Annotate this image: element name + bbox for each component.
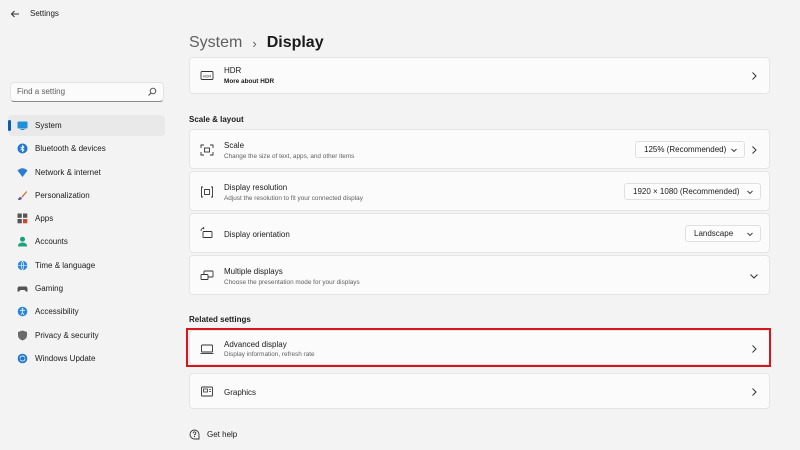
search-input[interactable] (17, 87, 142, 96)
sidebar-item-windows-update[interactable]: Windows Update (8, 348, 165, 369)
get-help-label: Get help (207, 430, 238, 439)
get-help-link[interactable]: Get help (189, 429, 237, 440)
brush-icon (17, 190, 28, 201)
orientation-dropdown-value: Landscape (694, 229, 734, 238)
chevron-right-icon (749, 71, 759, 81)
person-icon (17, 236, 28, 247)
sidebar-item-apps[interactable]: Apps (8, 208, 165, 229)
section-title-scale-layout: Scale & layout (189, 115, 244, 124)
sidebar-item-network[interactable]: Network & internet (8, 162, 165, 183)
sidebar-item-accessibility[interactable]: Accessibility (8, 301, 165, 322)
globe-icon (17, 260, 28, 271)
chevron-down-icon (730, 146, 738, 154)
hdr-icon: HDR (200, 69, 214, 83)
bluetooth-icon (17, 143, 28, 154)
sidebar-item-label: Apps (35, 214, 54, 224)
search-box[interactable] (10, 82, 164, 102)
hdr-card[interactable]: HDR HDR More about HDR (189, 57, 770, 94)
apps-icon (17, 213, 28, 224)
chevron-down-icon[interactable] (749, 271, 759, 281)
breadcrumb: System › Display (189, 34, 324, 52)
multiple-displays-subtitle: Choose the presentation mode for your di… (224, 279, 360, 286)
graphics-icon (200, 385, 214, 399)
page-title: Display (266, 34, 324, 51)
sidebar-item-label: Privacy & security (35, 330, 99, 340)
display-orientation-card: Display orientation Landscape (189, 213, 770, 253)
scale-card[interactable]: Scale Change the size of text, apps, and… (189, 129, 770, 169)
orientation-icon (200, 227, 214, 241)
sidebar-item-label: Personalization (35, 190, 90, 200)
chevron-right-icon (749, 387, 759, 397)
sidebar-item-gaming[interactable]: Gaming (8, 278, 165, 299)
multiple-displays-icon (200, 269, 214, 283)
highlight-box (186, 328, 771, 367)
sidebar-nav: System Bluetooth & devices Network & int… (8, 115, 165, 371)
resolution-subtitle: Adjust the resolution to fit your connec… (224, 195, 363, 202)
resolution-dropdown[interactable]: 1920 × 1080 (Recommended) (624, 183, 761, 200)
chevron-down-icon (746, 230, 754, 238)
accessibility-icon (17, 306, 28, 317)
sidebar-item-personalization[interactable]: Personalization (8, 185, 165, 206)
system-icon (17, 120, 28, 131)
sidebar-item-system[interactable]: System (8, 115, 165, 136)
hdr-title: HDR (224, 66, 242, 75)
sidebar-item-privacy[interactable]: Privacy & security (8, 325, 165, 346)
scale-title: Scale (224, 141, 245, 150)
app-title: Settings (30, 9, 59, 18)
resolution-title: Display resolution (224, 183, 288, 192)
update-icon (17, 353, 28, 364)
sidebar-item-label: System (35, 121, 62, 130)
sidebar-item-label: Gaming (35, 284, 64, 294)
chevron-right-icon[interactable] (749, 145, 759, 155)
resolution-dropdown-value: 1920 × 1080 (Recommended) (633, 187, 740, 196)
scale-dropdown[interactable]: 125% (Recommended) (635, 141, 745, 158)
resolution-icon (200, 185, 214, 199)
gamepad-icon (17, 283, 28, 294)
hdr-link[interactable]: More about HDR (224, 78, 274, 85)
multiple-displays-title: Multiple displays (224, 267, 283, 276)
orientation-dropdown[interactable]: Landscape (685, 225, 761, 242)
shield-icon (17, 330, 28, 341)
back-arrow-icon[interactable] (8, 7, 22, 21)
display-resolution-card: Display resolution Adjust the resolution… (189, 171, 770, 211)
sidebar-item-bluetooth[interactable]: Bluetooth & devices (8, 138, 165, 159)
sidebar-item-label: Accounts (35, 237, 68, 247)
help-icon (189, 429, 200, 440)
sidebar-item-label: Time & language (35, 260, 96, 270)
title-bar: Settings (0, 0, 800, 28)
sidebar-item-time-language[interactable]: Time & language (8, 255, 165, 276)
wifi-icon (17, 167, 28, 178)
search-icon[interactable] (147, 87, 157, 97)
orientation-title: Display orientation (224, 230, 290, 239)
chevron-down-icon (746, 188, 754, 196)
breadcrumb-separator: › (252, 35, 257, 51)
svg-text:HDR: HDR (203, 74, 212, 79)
sidebar-item-label: Windows Update (35, 353, 96, 363)
sidebar-item-accounts[interactable]: Accounts (8, 231, 165, 252)
multiple-displays-card[interactable]: Multiple displays Choose the presentatio… (189, 255, 770, 295)
sidebar-item-label: Accessibility (35, 307, 79, 317)
graphics-title: Graphics (224, 388, 257, 397)
scale-dropdown-value: 125% (Recommended) (644, 145, 727, 154)
scale-icon (200, 143, 214, 157)
graphics-card[interactable]: Graphics (189, 373, 770, 409)
scale-subtitle: Change the size of text, apps, and other… (224, 153, 355, 160)
sidebar-item-label: Bluetooth & devices (35, 144, 106, 154)
sidebar-item-label: Network & internet (35, 167, 101, 177)
breadcrumb-parent[interactable]: System (189, 34, 242, 52)
section-title-related-settings: Related settings (189, 315, 251, 324)
